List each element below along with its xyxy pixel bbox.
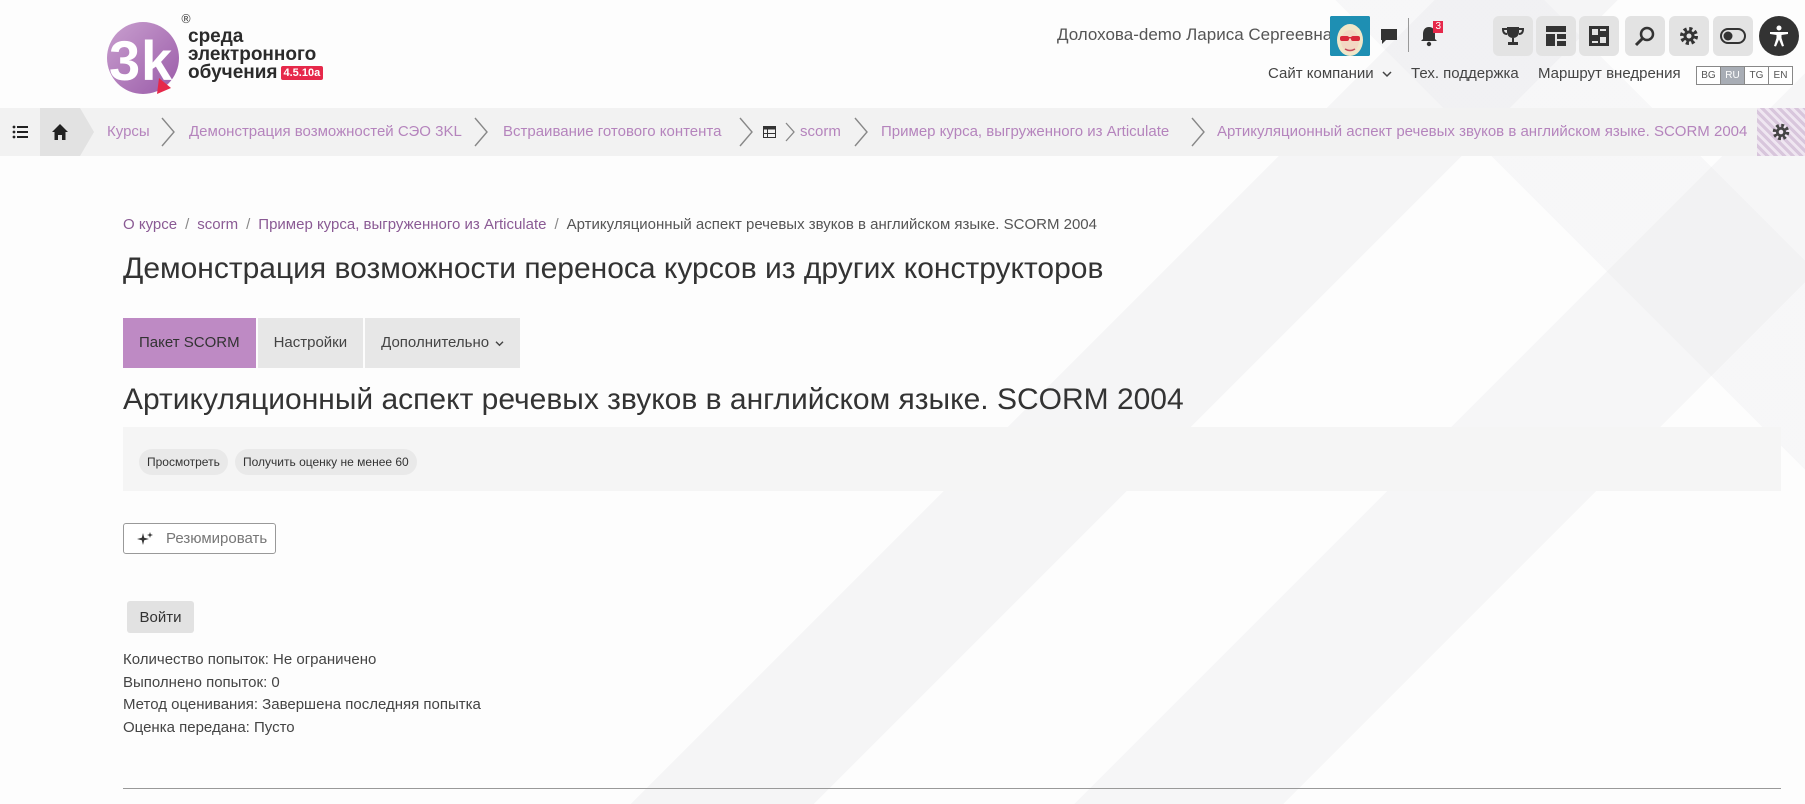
tab-bar: Пакет SCORM Настройки Дополнительно — [123, 318, 522, 368]
breadcrumb-course-example-link[interactable]: Пример курса, выгруженного из Articulate — [258, 216, 546, 233]
logo-line-3: обучения — [188, 62, 278, 83]
logo[interactable]: 3 k ® среда электронного обучения 4.5.10a — [105, 12, 335, 96]
chevron-right-icon — [785, 122, 795, 142]
lang-ru[interactable]: RU — [1720, 66, 1745, 85]
completion-requirements: Просмотреть Получить оценку не менее 60 — [123, 427, 1781, 491]
dashboard-button[interactable] — [1536, 16, 1576, 56]
breadcrumb-demo[interactable]: Демонстрация возможностей СЭО 3KL — [189, 108, 462, 156]
breadcrumb-current[interactable]: Артикуляционный аспект речевых звуков в … — [1217, 108, 1747, 156]
search-icon — [1634, 26, 1655, 47]
lang-bg[interactable]: BG — [1696, 66, 1721, 85]
chevron-right-icon — [854, 117, 868, 147]
language-switcher: BG RU TG EN — [1696, 66, 1793, 85]
route-link[interactable]: Маршрут внедрения — [1538, 65, 1681, 82]
breadcrumb-bar: Курсы Демонстрация возможностей СЭО 3KL … — [0, 108, 1805, 156]
bell-icon[interactable]: 3 — [1415, 21, 1443, 50]
tab-settings[interactable]: Настройки — [257, 318, 364, 368]
chevron-right-icon — [474, 117, 488, 147]
toggle-icon — [1720, 28, 1746, 44]
breadcrumb-settings-button[interactable] — [1757, 108, 1805, 156]
grading-method: Метод оценивания: Завершена последняя по… — [123, 696, 481, 713]
registered-mark: ® — [180, 12, 192, 26]
completion-grade-badge: Получить оценку не менее 60 — [235, 449, 417, 475]
theme-toggle-button[interactable] — [1713, 16, 1753, 56]
completion-view-badge: Просмотреть — [139, 449, 228, 475]
table-icon — [763, 126, 776, 138]
chevron-down-icon — [495, 341, 504, 347]
avatar[interactable] — [1330, 16, 1370, 56]
trophy-button[interactable] — [1493, 16, 1533, 56]
breadcrumb-about[interactable]: О курсе — [123, 216, 177, 233]
summarize-button[interactable]: Резюмировать — [123, 523, 276, 554]
home-icon — [52, 124, 68, 140]
breadcrumb-courses[interactable]: Курсы — [107, 108, 150, 156]
breadcrumb-course-example[interactable]: Пример курса, выгруженного из Articulate — [881, 108, 1169, 156]
notification-count: 3 — [1433, 21, 1443, 33]
breadcrumb-separator: / — [246, 216, 251, 233]
page-title: Демонстрация возможности переноса курсов… — [123, 252, 1104, 285]
home-button[interactable] — [40, 108, 94, 156]
header: 3 k ® среда электронного обучения 4.5.10a… — [0, 0, 1805, 106]
accessibility-button[interactable] — [1759, 16, 1799, 56]
sparkle-icon — [137, 531, 153, 545]
avatar-image — [1330, 16, 1370, 56]
gear-icon — [1680, 27, 1698, 45]
lang-tg[interactable]: TG — [1744, 66, 1769, 85]
support-link[interactable]: Тех. поддержка — [1411, 65, 1519, 82]
grid-button[interactable] — [1579, 16, 1619, 56]
trophy-icon — [1501, 27, 1525, 45]
header-divider — [1408, 18, 1409, 52]
secondary-breadcrumb: О курсе / scorm / Пример курса, выгруженного… — [123, 216, 1097, 233]
search-button[interactable] — [1625, 16, 1665, 56]
svg-text:3: 3 — [109, 29, 140, 92]
attempts-allowed: Количество попыток: Не ограничено — [123, 651, 377, 668]
tab-more[interactable]: Дополнительно — [365, 318, 521, 368]
attempts-done: Выполнено попыток: 0 — [123, 673, 280, 691]
chevron-right-icon — [739, 117, 753, 147]
enter-button[interactable]: Войти — [127, 601, 194, 633]
summarize-label: Резюмировать — [166, 530, 268, 547]
tab-more-label: Дополнительно — [381, 334, 490, 351]
accessibility-icon — [1770, 25, 1788, 47]
breadcrumb-current-item: Артикуляционный аспект речевых звуков в … — [566, 216, 1097, 233]
activity-title: Артикуляционный аспект речевых звуков в … — [123, 383, 1184, 416]
breadcrumb-separator: / — [185, 216, 190, 233]
breadcrumb-embedding[interactable]: Встраивание готового контента — [503, 108, 721, 156]
chevron-right-icon — [1191, 117, 1205, 147]
chevron-down-icon — [1382, 71, 1392, 78]
dashboard-icon — [1546, 26, 1566, 46]
divider — [123, 788, 1781, 789]
version-badge: 4.5.10a — [280, 66, 324, 80]
breadcrumb-scorm-link[interactable]: scorm — [197, 216, 238, 233]
attempt-info: Количество попыток: Не ограничено Выполн… — [123, 649, 481, 739]
settings-button[interactable] — [1669, 16, 1709, 56]
grid-icon — [1589, 26, 1609, 46]
menu-toggle[interactable] — [0, 108, 40, 156]
lang-en[interactable]: EN — [1768, 66, 1793, 85]
breadcrumb-scorm[interactable]: scorm — [800, 108, 841, 156]
list-icon — [12, 125, 28, 139]
gear-icon — [1772, 123, 1790, 141]
grade-reported: Оценка передана: Пусто — [123, 718, 295, 736]
user-name[interactable]: Долохова-demo Лариса Сергеевна — [1057, 25, 1332, 45]
breadcrumb-separator: / — [554, 216, 559, 233]
tab-scorm-package[interactable]: Пакет SCORM — [123, 318, 256, 368]
logo-mark-icon: 3 k — [107, 22, 179, 94]
chevron-right-icon — [161, 117, 175, 147]
company-site-label: Сайт компании — [1268, 65, 1374, 82]
message-icon[interactable] — [1375, 22, 1403, 50]
company-site-link[interactable]: Сайт компании — [1268, 65, 1392, 82]
logo-text: среда электронного обучения 4.5.10a — [188, 27, 324, 83]
svg-text:k: k — [141, 29, 173, 92]
